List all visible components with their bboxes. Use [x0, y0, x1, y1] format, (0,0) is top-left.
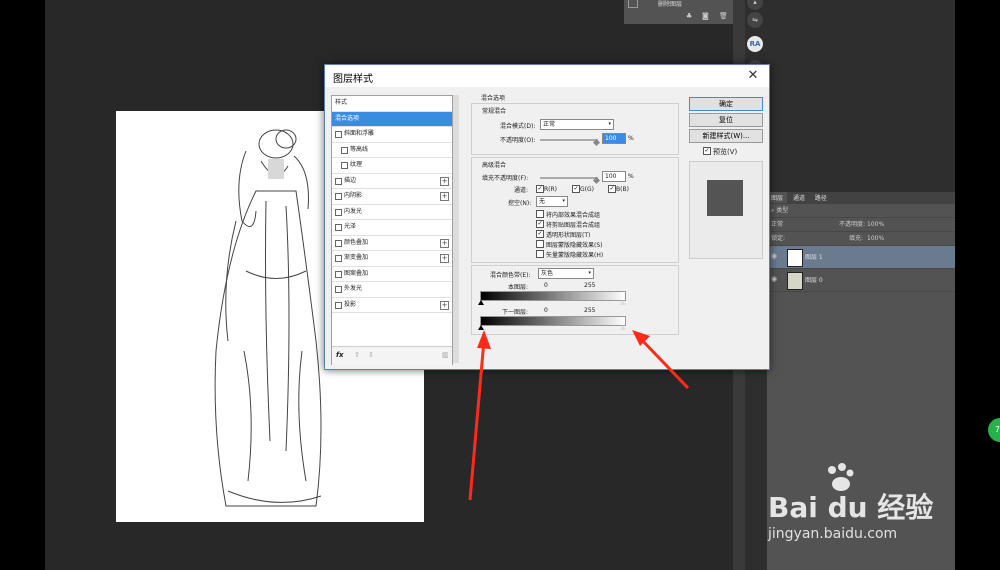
photoshop-workspace: 删除图层 ♣ ◙ 🗑 ▴ ⇋ RA ▣ ◉ ▤ ▥ 图层 通道 路径 ⌕ 类型 …	[0, 0, 1000, 570]
baidu-watermark: Bai du 经验 jingyan.baidu.com	[768, 462, 948, 552]
watermark-url: jingyan.baidu.com	[768, 526, 898, 542]
red-arrow-right	[632, 330, 690, 390]
red-arrow-left	[468, 330, 491, 501]
watermark-logo: Bai du 经验	[768, 491, 934, 524]
